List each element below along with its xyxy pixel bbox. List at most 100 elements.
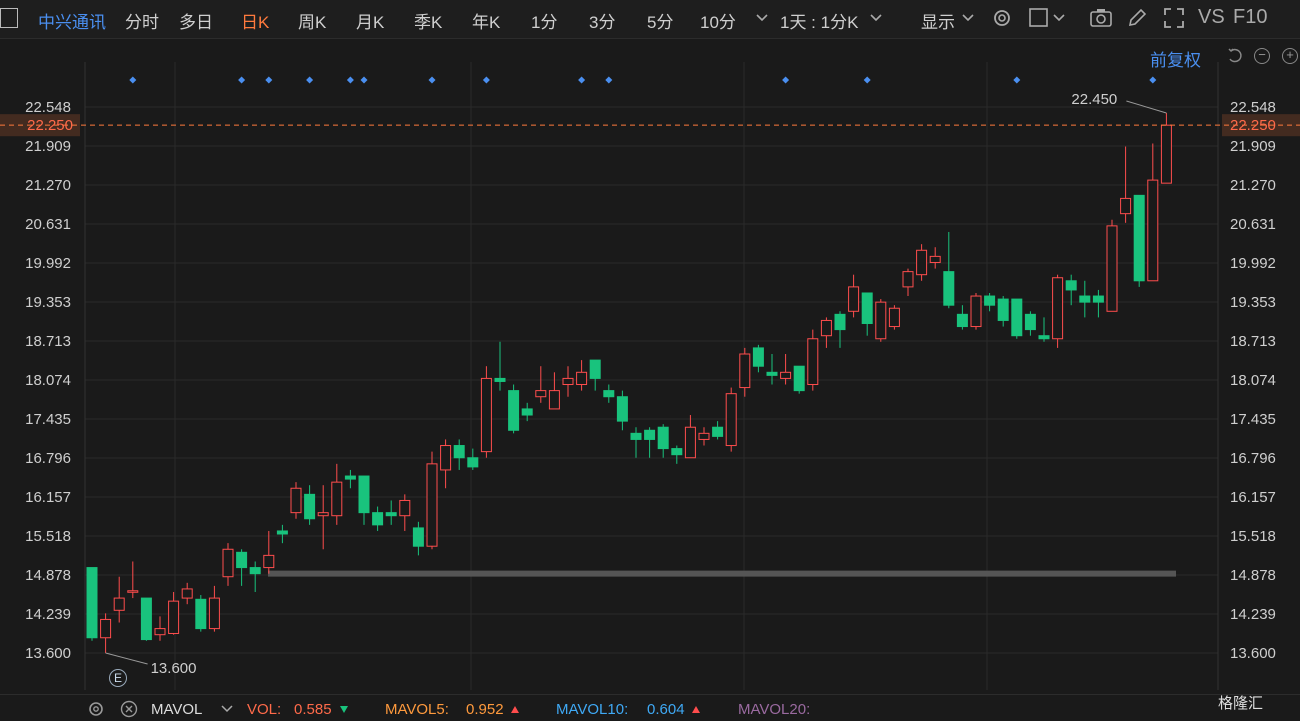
candle [548, 372, 560, 410]
y-tick-label-right: 18.713 [1230, 333, 1276, 350]
chevron-down-icon[interactable] [754, 8, 778, 32]
event-marker [1149, 76, 1157, 84]
watermark-text: 格隆汇 [1218, 695, 1264, 712]
candle [100, 613, 112, 653]
mavol5-label: MAVOL5: [385, 701, 449, 718]
candlestick-chart[interactable]: 22.548 21.909 21.270 20.631 19.992 19.353 18.7… [0, 38, 1300, 694]
candle-body [1106, 225, 1118, 312]
tab-3min[interactable]: 3分 [589, 8, 615, 33]
tab-daily-k[interactable]: 日K [241, 8, 269, 33]
candle [276, 524, 288, 544]
y-tick-label-left: 13.600 [25, 645, 71, 662]
candle-body [385, 512, 397, 517]
candle-body [440, 445, 452, 471]
candle [236, 549, 248, 586]
event-badge[interactable]: E [109, 669, 127, 687]
chevron-down-icon[interactable] [868, 8, 892, 32]
y-tick-label-right: 21.270 [1230, 177, 1276, 194]
display-menu[interactable]: 显示 [921, 8, 955, 33]
mavol10-value: 0.604 [647, 701, 685, 718]
candle [616, 390, 628, 431]
vol-value: 0.585 [294, 701, 332, 718]
candle-body [630, 432, 642, 440]
candle [168, 591, 180, 635]
candle [208, 585, 220, 632]
candle [997, 296, 1009, 327]
pencil-icon[interactable] [1125, 6, 1149, 30]
gear-icon[interactable] [87, 700, 105, 718]
candle-body [1011, 298, 1023, 337]
event-marker [605, 76, 613, 84]
period-select[interactable]: 1天 : 1分K [780, 8, 858, 33]
y-tick-label-right: 14.239 [1230, 606, 1276, 623]
candle-body [222, 548, 234, 578]
tab-quarterly-k[interactable]: 季K [414, 8, 442, 33]
candle-body [399, 499, 411, 517]
candle [603, 384, 615, 403]
sidebar-toggle-icon[interactable] [0, 8, 18, 28]
close-icon[interactable] [120, 700, 138, 718]
candle-body [195, 598, 207, 630]
candle [698, 427, 710, 446]
candle [372, 506, 384, 531]
f10-button[interactable]: F10 [1233, 6, 1267, 29]
candle [739, 347, 751, 397]
candle-body [916, 249, 928, 276]
arrow-up-icon [692, 706, 700, 713]
candle-body [358, 475, 370, 514]
tab-5min[interactable]: 5分 [647, 8, 673, 33]
candle-body [902, 271, 914, 288]
candle [521, 402, 533, 422]
y-tick-label-left: 14.239 [25, 606, 71, 623]
chevron-down-icon[interactable] [960, 8, 984, 32]
y-tick-label-left: 16.796 [25, 450, 71, 467]
fullscreen-icon[interactable] [1162, 6, 1186, 30]
current-price-label-right: 22.250 [1230, 117, 1276, 134]
vol-label: VOL: [247, 701, 282, 718]
candle [480, 366, 492, 458]
tab-fenshi[interactable]: 分时 [125, 8, 159, 33]
stock-name[interactable]: 中兴通讯 [38, 8, 106, 33]
candle-body [181, 588, 193, 599]
candle-body [208, 597, 220, 630]
tab-1min[interactable]: 1分 [531, 8, 557, 33]
candle-body [603, 390, 615, 398]
candle-body [616, 396, 628, 422]
candle-body [1052, 277, 1064, 340]
candle-body [467, 457, 479, 468]
tab-weekly-k[interactable]: 周K [298, 8, 326, 33]
y-tick-label-left: 15.518 [25, 528, 71, 545]
y-tick-label-right: 19.992 [1230, 255, 1276, 272]
candle [630, 427, 642, 458]
tab-duori[interactable]: 多日 [179, 8, 213, 33]
candle-body [562, 377, 574, 386]
indicator-select[interactable]: MAVOL [151, 701, 202, 718]
candle [916, 244, 928, 281]
candle-body [263, 554, 275, 569]
candle [684, 415, 696, 459]
candle [1079, 280, 1091, 318]
tab-monthly-k[interactable]: 月K [356, 8, 384, 33]
candle-body [86, 567, 98, 639]
candle-body [1038, 335, 1050, 340]
chevron-down-icon[interactable] [220, 702, 234, 716]
event-markers [129, 76, 1157, 84]
candle [834, 311, 846, 348]
candle-body [943, 271, 955, 306]
chevron-down-icon[interactable] [1051, 8, 1075, 32]
camera-icon[interactable] [1088, 6, 1112, 30]
event-marker [265, 76, 273, 84]
y-tick-label-right: 16.796 [1230, 450, 1276, 467]
tab-yearly-k[interactable]: 年K [472, 8, 500, 33]
candle-body [766, 371, 778, 376]
watermark-logo: 格隆汇 [1218, 692, 1263, 713]
candle [657, 424, 669, 458]
candle-body [494, 377, 506, 382]
candle [331, 463, 343, 525]
candle [902, 268, 914, 297]
tab-10min[interactable]: 10分 [700, 8, 736, 33]
candle [1106, 219, 1118, 312]
square-icon[interactable] [1027, 6, 1051, 30]
vs-button[interactable]: VS [1198, 6, 1225, 29]
gear-icon[interactable] [990, 6, 1014, 30]
